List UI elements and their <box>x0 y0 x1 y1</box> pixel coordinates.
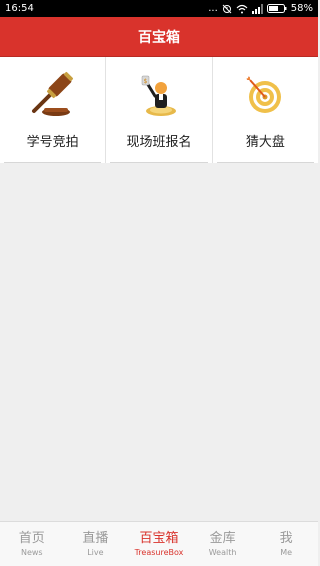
presenter-icon: $ <box>132 71 186 119</box>
tab-label: 百宝箱 <box>139 530 179 546</box>
tab-sublabel: Me <box>280 547 293 557</box>
battery-icon <box>266 4 287 13</box>
tab-sublabel: Wealth <box>208 547 237 557</box>
tab-sublabel: TreasureBox <box>134 547 184 557</box>
tab-treasurebox[interactable]: 百宝箱 TreasureBox <box>127 522 191 566</box>
bottom-tab-bar: 首页 News 直播 Live 百宝箱 TreasureBox 金库 Wealt… <box>0 521 318 566</box>
grid-divider <box>216 162 314 163</box>
tab-label: 我 <box>279 530 293 546</box>
tab-label: 金库 <box>209 530 236 546</box>
signal-icon <box>251 3 263 14</box>
tab-live[interactable]: 直播 Live <box>64 522 128 566</box>
tab-me[interactable]: 我 Me <box>254 522 318 566</box>
tab-sublabel: News <box>20 547 43 557</box>
gavel-icon <box>26 71 80 119</box>
svg-text:$: $ <box>143 78 147 85</box>
alarm-icon <box>222 4 232 14</box>
grid-item-label: 现场班报名 <box>126 135 192 150</box>
tab-news[interactable]: 首页 News <box>0 522 64 566</box>
tab-label: 首页 <box>18 530 45 546</box>
tab-sublabel: Live <box>87 547 104 557</box>
battery-percent: 58% <box>290 3 313 14</box>
status-time: 16:54 <box>5 3 34 14</box>
grid-divider <box>4 162 102 163</box>
grid-item-auction[interactable]: 学号竞拍 <box>0 57 105 163</box>
tab-wealth[interactable]: 金库 Wealth <box>191 522 255 566</box>
grid-divider <box>110 162 208 163</box>
feature-grid: 学号竞拍 $ 现场班报名 猜大盘 <box>0 57 318 163</box>
tab-label: 直播 <box>82 530 109 546</box>
target-icon <box>238 71 292 119</box>
grid-item-onsite-class[interactable]: $ 现场班报名 <box>105 57 211 163</box>
status-bar: 16:54 ... 58% <box>0 0 318 17</box>
page-title: 百宝箱 <box>138 29 180 46</box>
grid-item-label: 猜大盘 <box>245 135 285 150</box>
app-header: 百宝箱 <box>0 17 318 57</box>
grid-item-label: 学号竞拍 <box>26 135 79 150</box>
wifi-icon <box>236 4 248 14</box>
grid-item-guess-market[interactable]: 猜大盘 <box>211 57 318 163</box>
status-icons: ... 58% <box>208 3 313 14</box>
status-dots: ... <box>208 3 218 14</box>
